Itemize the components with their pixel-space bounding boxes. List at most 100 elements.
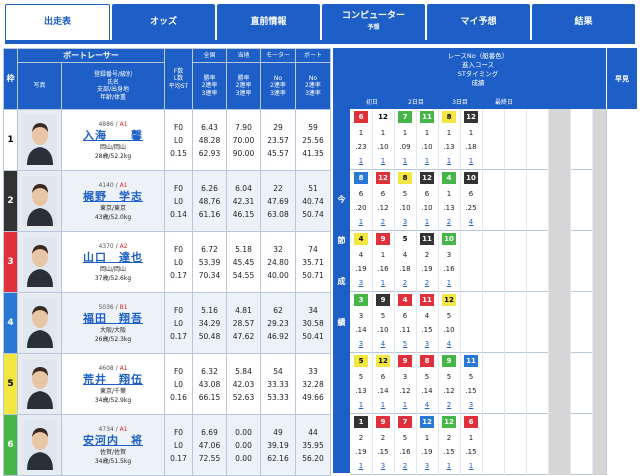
result-link[interactable]: 1 bbox=[359, 157, 363, 165]
result-link[interactable]: 1 bbox=[403, 157, 407, 165]
grid-line bbox=[504, 109, 505, 170]
boat-number-badge: 9 bbox=[398, 355, 412, 367]
result-link[interactable]: 5 bbox=[403, 340, 407, 348]
motor-value: 24.80 bbox=[267, 257, 289, 267]
boat-cell: 12 bbox=[372, 172, 394, 187]
boat-value: 35.95 bbox=[302, 440, 324, 450]
grid-line bbox=[592, 292, 593, 353]
result-link[interactable]: 2 bbox=[403, 462, 407, 470]
result-link[interactable]: 3 bbox=[425, 340, 429, 348]
tab-1[interactable]: オッズ bbox=[112, 4, 215, 40]
course-value: 1 bbox=[424, 129, 430, 137]
result-link[interactable]: 1 bbox=[447, 279, 451, 287]
touchi-stats: 0.00 0.00 0.00 bbox=[226, 414, 261, 476]
result-link[interactable]: 1 bbox=[381, 157, 385, 165]
boat-value: 50.41 bbox=[302, 331, 324, 341]
result-link[interactable]: 3 bbox=[403, 218, 407, 226]
boat-value: 40.74 bbox=[302, 196, 324, 206]
header-boat-sub: No 2連率 3連率 bbox=[295, 62, 331, 110]
touchi-value: 0.00 bbox=[235, 427, 252, 437]
result-link[interactable]: 1 bbox=[469, 462, 473, 470]
st-value: .19 bbox=[421, 448, 433, 456]
grid-line bbox=[482, 292, 483, 353]
grid-line bbox=[460, 292, 461, 353]
course-value: 4 bbox=[402, 251, 408, 259]
result-link[interactable]: 1 bbox=[469, 157, 473, 165]
result-link[interactable]: 1 bbox=[447, 462, 451, 470]
result-link[interactable]: 1 bbox=[381, 401, 385, 409]
boat-cell: 11 bbox=[416, 294, 438, 309]
result-cell: 1 bbox=[372, 276, 394, 291]
side-label-char: 今 bbox=[337, 194, 346, 204]
grid-line bbox=[504, 353, 505, 414]
result-link[interactable]: 2 bbox=[403, 279, 407, 287]
racer-name-link[interactable]: 梶野 学志 bbox=[63, 190, 164, 204]
tab-3[interactable]: コンピューター 予想 bbox=[322, 4, 425, 40]
result-link[interactable]: 1 bbox=[425, 157, 429, 165]
result-link[interactable]: 1 bbox=[359, 218, 363, 226]
grid-line bbox=[482, 109, 483, 170]
boat-cell: 8 bbox=[416, 355, 438, 370]
st-value: .09 bbox=[399, 143, 411, 151]
grid-line bbox=[592, 353, 593, 414]
result-link[interactable]: 3 bbox=[469, 401, 473, 409]
racer-name-link[interactable]: 安河内 将 bbox=[63, 434, 164, 448]
tab-0[interactable]: 出走表 bbox=[5, 4, 110, 40]
result-cell: 1 bbox=[416, 215, 438, 230]
result-link[interactable]: 1 bbox=[403, 401, 407, 409]
result-link[interactable]: 2 bbox=[381, 218, 385, 226]
boat-number-badge: 9 bbox=[376, 294, 390, 306]
grid-line bbox=[548, 109, 549, 170]
result-link[interactable]: 4 bbox=[469, 218, 473, 226]
racer-fst: F0 L0 0.15 bbox=[164, 109, 193, 171]
racer-branch: 東京/千葉 bbox=[99, 387, 127, 395]
boat-no-line: 3 9 4 11 12 bbox=[350, 294, 460, 309]
boat-cell: 11 bbox=[460, 355, 482, 370]
result-link[interactable]: 3 bbox=[425, 462, 429, 470]
course-value: 5 bbox=[424, 373, 430, 381]
course-value: 1 bbox=[424, 434, 430, 442]
boat-cell: 9 bbox=[394, 355, 416, 370]
fst-l: L0 bbox=[174, 257, 183, 267]
touchi-stats: 6.04 42.31 46.15 bbox=[226, 170, 261, 232]
tab-5[interactable]: 結果 bbox=[532, 4, 635, 40]
result-link[interactable]: 3 bbox=[381, 462, 385, 470]
motor-stats: 32 24.80 40.00 bbox=[260, 231, 296, 293]
racer-name-link[interactable]: 入海 馨 bbox=[63, 129, 164, 143]
touchi-value: 4.81 bbox=[235, 305, 252, 315]
result-link[interactable]: 1 bbox=[425, 218, 429, 226]
course-value: 2 bbox=[358, 434, 364, 442]
fst-st: 0.14 bbox=[170, 209, 187, 219]
boat-cell: 5 bbox=[394, 233, 416, 248]
course-value: 6 bbox=[358, 190, 364, 198]
result-link[interactable]: 4 bbox=[425, 401, 429, 409]
boat-cell: 6 bbox=[460, 416, 482, 431]
racer-name-link[interactable]: 山口 達也 bbox=[63, 251, 164, 265]
racer-reg-number: 4734 bbox=[98, 425, 114, 433]
boat-number-badge: 5 bbox=[398, 233, 412, 245]
header-touchi: 当地 bbox=[226, 48, 261, 63]
grid-line bbox=[548, 170, 549, 231]
result-link[interactable]: 2 bbox=[447, 218, 451, 226]
grid-line bbox=[526, 109, 527, 170]
tab-4[interactable]: マイ予想 bbox=[427, 4, 530, 40]
st-value: .16 bbox=[377, 265, 389, 273]
result-link[interactable]: 1 bbox=[359, 462, 363, 470]
result-link[interactable]: 3 bbox=[359, 340, 363, 348]
boat-cell: 9 bbox=[372, 416, 394, 431]
st-value: .19 bbox=[355, 448, 367, 456]
result-link[interactable]: 1 bbox=[447, 157, 451, 165]
zenkoku-value: 70.34 bbox=[198, 270, 221, 280]
result-link[interactable]: 2 bbox=[447, 401, 451, 409]
grid-line bbox=[526, 231, 527, 292]
boat-value: 50.74 bbox=[302, 209, 324, 219]
result-link[interactable]: 1 bbox=[381, 279, 385, 287]
racer-name-link[interactable]: 福田 翔吾 bbox=[63, 312, 164, 326]
result-link[interactable]: 1 bbox=[359, 401, 363, 409]
result-link[interactable]: 4 bbox=[447, 340, 451, 348]
result-link[interactable]: 2 bbox=[425, 279, 429, 287]
result-link[interactable]: 4 bbox=[381, 340, 385, 348]
result-link[interactable]: 3 bbox=[359, 279, 363, 287]
racer-name-link[interactable]: 荒井 翔伍 bbox=[63, 373, 164, 387]
tab-2[interactable]: 直前情報 bbox=[217, 4, 320, 40]
